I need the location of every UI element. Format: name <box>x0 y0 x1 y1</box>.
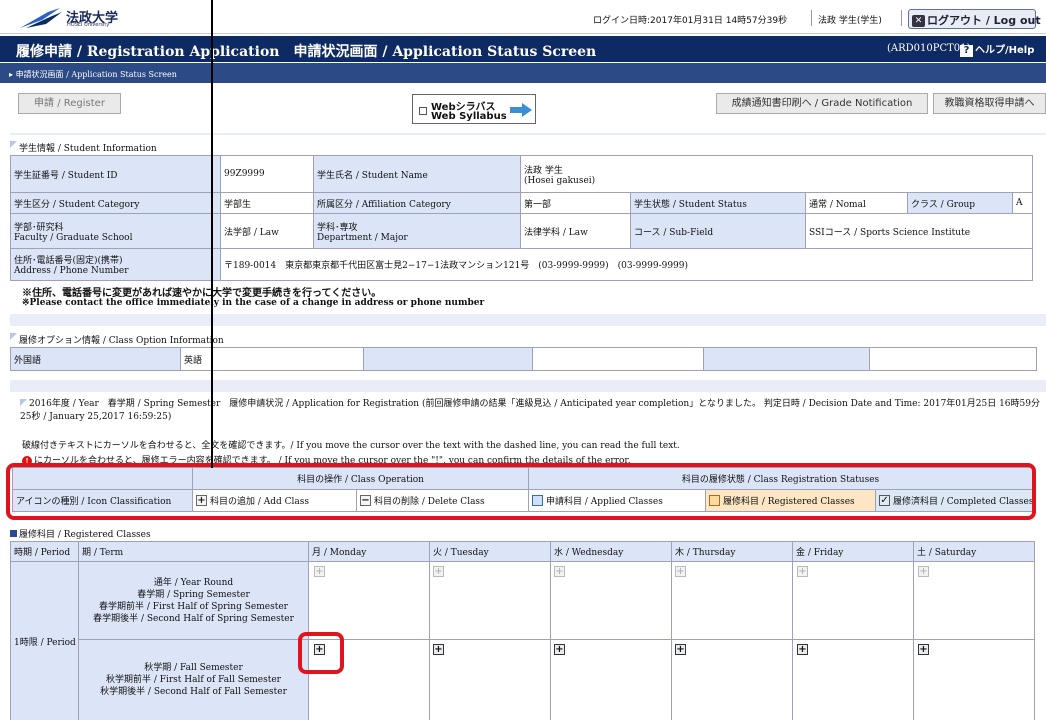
registration-status-text: 2016年度 / Year 春学期 / Spring Semester 履修申請… <box>20 399 1040 422</box>
class-option-heading: 履修オプション情報 / Class Option Information <box>10 333 224 346</box>
add-class-icon[interactable]: + <box>554 566 565 577</box>
page-title: 履修申請 / Registration Application 申請状況画面 /… <box>16 44 597 60</box>
add-class-icon[interactable]: + <box>675 566 686 577</box>
legend-highlight-box <box>6 463 1036 520</box>
annotation-line <box>211 0 213 468</box>
triangle-icon <box>10 333 17 340</box>
square-icon <box>10 530 17 537</box>
triangle-icon <box>10 141 17 148</box>
add-class-icon[interactable]: + <box>918 644 929 655</box>
divider <box>10 133 1046 135</box>
student-info-heading: 学生情報 / Student Information <box>10 141 157 154</box>
add-class-icon[interactable]: + <box>797 566 808 577</box>
registered-classes-heading: 履修科目 / Registered Classes <box>10 527 151 540</box>
address-notice-jp: ※住所、電話番号に変更があれば速やかに大学で変更手続きを行ってください。 <box>22 288 382 299</box>
breadcrumb: ▸ 申請状況画面 / Application Status Screen <box>0 63 1046 83</box>
divider <box>811 10 812 26</box>
hosei-logo[interactable]: 法政大学 HOSEI University <box>12 6 142 30</box>
register-button[interactable]: 申請 / Register <box>18 93 121 114</box>
add-class-icon[interactable]: + <box>797 644 808 655</box>
arrow-right-icon <box>510 103 532 117</box>
title-bar: 履修申請 / Registration Application 申請状況画面 /… <box>0 36 1046 62</box>
book-icon <box>419 107 427 115</box>
section-gap <box>10 314 1046 326</box>
logo-subtext: HOSEI University <box>67 22 110 28</box>
address-notice-en: ※Please contact the office immediately i… <box>22 298 485 308</box>
login-time: ログイン日時:2017年01月31日 14時57分39秒 <box>593 16 788 26</box>
logout-button[interactable]: ✕ ログアウト / Log out <box>908 9 1041 29</box>
divider <box>901 10 902 26</box>
add-class-icon[interactable]: + <box>554 644 565 655</box>
class-option-table: 外国語 英語 <box>10 347 1037 371</box>
section-gap <box>10 380 1046 392</box>
help-icon: ? <box>960 45 973 57</box>
add-class-icon[interactable]: + <box>675 644 686 655</box>
add-class-icon[interactable]: + <box>433 644 444 655</box>
screen-code: (ARD010PCT01) <box>887 43 971 54</box>
user-name: 法政 学生(学生) <box>818 16 882 26</box>
grade-notification-button[interactable]: 成績通知書印刷へ / Grade Notification <box>716 93 928 114</box>
info-dashed-text: 破線付きテキストにカーソルを合わせると、全文を確認できます。/ If you m… <box>22 441 680 451</box>
add-class-icon[interactable]: + <box>314 566 325 577</box>
action-bar: 申請 / Register Webシラバス Web Syllabus 成績通知書… <box>8 88 1046 130</box>
top-header: 法政大学 HOSEI University ログイン日時:2017年01月31日… <box>0 0 1046 34</box>
add-class-icon[interactable]: + <box>433 566 444 577</box>
add-class-highlight-box <box>298 632 344 674</box>
logo-mark-icon <box>20 8 62 28</box>
x-icon: ✕ <box>912 15 925 27</box>
add-class-icon[interactable]: + <box>918 566 929 577</box>
teaching-license-button[interactable]: 教職資格取得申請へ <box>933 93 1046 114</box>
student-info-table: 学生証番号 / Student ID 99Z9999 学生氏名 / Studen… <box>10 155 1034 281</box>
timetable: 時期 / Period 期 / Term 月 / Monday 火 / Tues… <box>10 541 1035 720</box>
help-link[interactable]: ? ヘルプ/Help <box>960 41 1034 57</box>
web-syllabus-button[interactable]: Webシラバス Web Syllabus <box>412 94 536 124</box>
